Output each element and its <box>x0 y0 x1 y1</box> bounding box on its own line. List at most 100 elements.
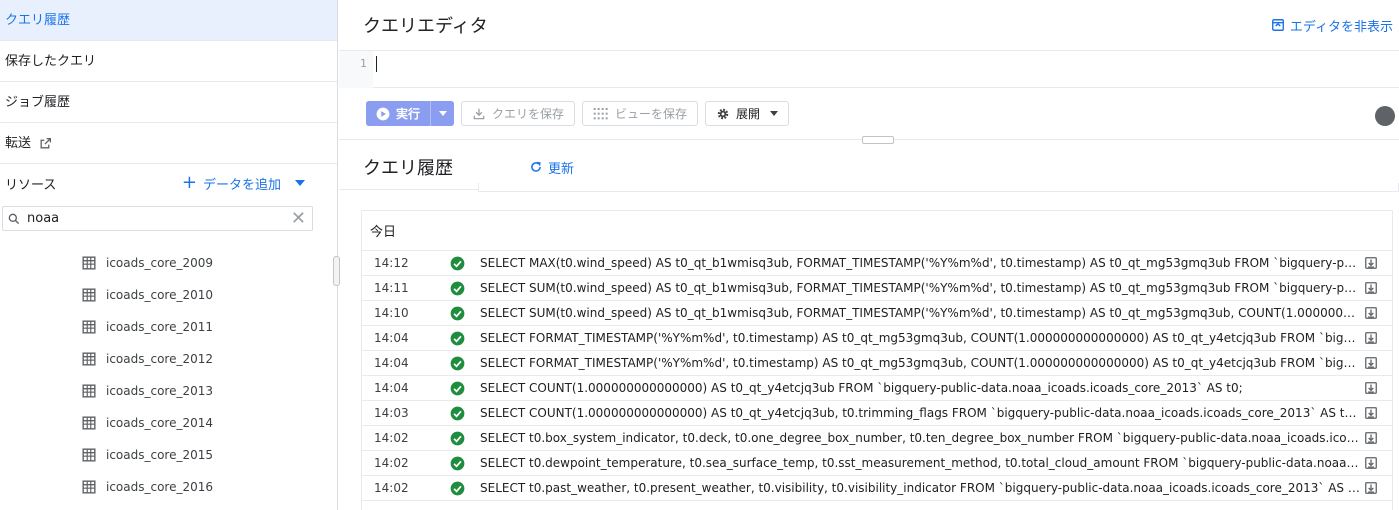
tree-item-table[interactable]: icoads_core_2014 <box>0 407 330 439</box>
run-button-group: 実行 <box>366 101 455 126</box>
sidebar-nav-item[interactable]: 保存したクエリ <box>0 41 337 82</box>
open-query-icon[interactable] <box>1364 431 1378 445</box>
resources-row: リソース + データを追加 <box>0 164 337 202</box>
table-icon <box>82 288 96 302</box>
hide-editor-button[interactable]: エディタを非表示 <box>1271 16 1393 35</box>
sidebar-nav-label: 転送 <box>5 135 32 151</box>
add-data-button[interactable]: + データを追加 <box>182 174 305 193</box>
history-row[interactable]: 14:12 SELECT MAX(t0.wind_speed) AS t0_qt_… <box>362 251 1392 276</box>
success-icon <box>450 281 480 296</box>
query-time: 14:10 <box>374 306 409 320</box>
table-icon <box>82 256 96 270</box>
sidebar-nav-label: ジョブ履歴 <box>5 94 71 110</box>
history-row[interactable]: 14:04 SELECT COUNT(1.000000000000000) AS … <box>362 376 1392 401</box>
open-query-icon[interactable] <box>1364 406 1378 420</box>
history-title: クエリ履歴 <box>363 158 453 179</box>
open-query-icon[interactable] <box>1364 306 1378 320</box>
success-icon <box>450 431 480 446</box>
query-text: SELECT SUM(t0.wind_speed) AS t0_qt_b1wmi… <box>480 281 1360 295</box>
line-number-gutter: 1 <box>339 51 373 88</box>
run-label: 実行 <box>396 107 421 121</box>
success-icon <box>450 406 480 421</box>
sidebar-nav-item[interactable]: 転送 <box>0 123 337 164</box>
success-icon <box>450 331 480 346</box>
tree-item-table[interactable]: icoads_core_2015 <box>0 439 330 471</box>
table-icon <box>82 352 96 366</box>
tree-item-table[interactable]: icoads_core_2016 <box>0 471 330 503</box>
table-name: icoads_core_2013 <box>106 384 214 398</box>
open-query-icon[interactable] <box>1364 331 1378 345</box>
history-row[interactable]: 14:04 SELECT FORMAT_TIMESTAMP('%Y%m%d', t… <box>362 326 1392 351</box>
resource-search[interactable]: ✕ <box>2 206 313 231</box>
day-header: 今日 <box>362 211 1392 251</box>
success-icon <box>450 481 480 496</box>
open-query-icon[interactable] <box>1364 356 1378 370</box>
history-row[interactable]: 14:04 SELECT FORMAT_TIMESTAMP('%Y%m%d', t… <box>362 351 1392 376</box>
query-time: 14:02 <box>374 431 409 445</box>
plus-icon: + <box>181 172 197 193</box>
history-row[interactable]: 14:11 SELECT SUM(t0.wind_speed) AS t0_qt_… <box>362 276 1392 301</box>
table-name: icoads_core_2011 <box>106 320 214 334</box>
table-icon <box>82 416 96 430</box>
resource-search-input[interactable] <box>27 211 277 226</box>
play-icon <box>376 107 390 120</box>
add-data-label: データを追加 <box>202 177 281 193</box>
text-cursor <box>376 56 377 72</box>
resources-label: リソース <box>5 177 57 193</box>
history-filter-bar <box>478 183 1399 192</box>
editor-toolbar: 実行 クエリを保存 ビューを保存 展開 <box>339 88 1399 140</box>
bigquery-console: クエリ履歴保存したクエリジョブ履歴転送 リソース + データを追加 ✕ icoa… <box>0 0 1399 510</box>
close-icon[interactable]: ✕ <box>291 209 306 228</box>
query-time: 14:11 <box>374 281 409 295</box>
tree-item-table[interactable]: icoads_core_2012 <box>0 343 330 375</box>
refresh-label: 更新 <box>548 161 575 177</box>
deploy-button[interactable]: 展開 <box>705 101 790 126</box>
query-time: 14:12 <box>374 256 409 270</box>
sidebar: クエリ履歴保存したクエリジョブ履歴転送 リソース + データを追加 ✕ icoa… <box>0 0 340 510</box>
save-view-button[interactable]: ビューを保存 <box>582 101 699 126</box>
sidebar-nav: クエリ履歴 保存したクエリジョブ履歴転送 <box>0 0 337 164</box>
collapse-icon <box>1271 19 1284 31</box>
tree-item-table[interactable]: icoads_core_2009 <box>0 247 330 279</box>
history-rows: 14:12 SELECT MAX(t0.wind_speed) AS t0_qt_… <box>362 251 1392 501</box>
table-name: icoads_core_2015 <box>106 448 214 462</box>
floating-indicator[interactable] <box>1375 106 1395 126</box>
open-query-icon[interactable] <box>1364 481 1378 495</box>
refresh-button[interactable]: 更新 <box>529 158 574 177</box>
chevron-down-icon <box>438 111 447 116</box>
save-query-button[interactable]: クエリを保存 <box>461 101 576 126</box>
panel-splitter-handle[interactable] <box>862 136 894 144</box>
success-icon <box>450 356 480 371</box>
success-icon <box>450 456 480 471</box>
query-editor[interactable]: 1 <box>339 51 1399 88</box>
tree-item-table[interactable]: icoads_core_2011 <box>0 311 330 343</box>
history-row[interactable]: 14:02 SELECT t0.past_weather, t0.present_… <box>362 476 1392 501</box>
query-text: SELECT t0.past_weather, t0.present_weath… <box>480 481 1360 495</box>
grid-dots-icon <box>593 107 608 119</box>
sidebar-nav-item[interactable]: クエリ履歴 <box>0 0 337 41</box>
hide-editor-label: エディタを非表示 <box>1289 19 1393 35</box>
table-icon <box>82 480 96 494</box>
query-time: 14:04 <box>374 381 409 395</box>
open-query-icon[interactable] <box>1364 256 1378 270</box>
query-text: SELECT COUNT(1.000000000000000) AS t0_qt… <box>480 406 1360 420</box>
table-icon <box>82 320 96 334</box>
history-row[interactable]: 14:02 SELECT t0.dewpoint_temperature, t0.… <box>362 451 1392 476</box>
open-query-icon[interactable] <box>1364 381 1378 395</box>
query-text: SELECT COUNT(1.000000000000000) AS t0_qt… <box>480 381 1243 395</box>
gear-icon <box>717 108 729 119</box>
open-query-icon[interactable] <box>1364 281 1378 295</box>
open-query-icon[interactable] <box>1364 456 1378 470</box>
run-options-button[interactable] <box>430 101 455 126</box>
chevron-down-icon <box>770 111 779 116</box>
tree-item-table[interactable]: icoads_core_2013 <box>0 375 330 407</box>
history-row[interactable]: 14:03 SELECT COUNT(1.000000000000000) AS … <box>362 401 1392 426</box>
history-row[interactable]: 14:10 SELECT SUM(t0.wind_speed) AS t0_qt_… <box>362 301 1392 326</box>
query-text: SELECT t0.dewpoint_temperature, t0.sea_s… <box>480 456 1360 470</box>
save-query-label: クエリを保存 <box>492 107 565 121</box>
run-button[interactable]: 実行 <box>366 101 431 126</box>
sidebar-nav-item[interactable]: ジョブ履歴 <box>0 82 337 123</box>
tree-item-table[interactable]: icoads_core_2010 <box>0 279 330 311</box>
history-row[interactable]: 14:02 SELECT t0.box_system_indicator, t0.… <box>362 426 1392 451</box>
table-name: icoads_core_2016 <box>106 480 214 494</box>
